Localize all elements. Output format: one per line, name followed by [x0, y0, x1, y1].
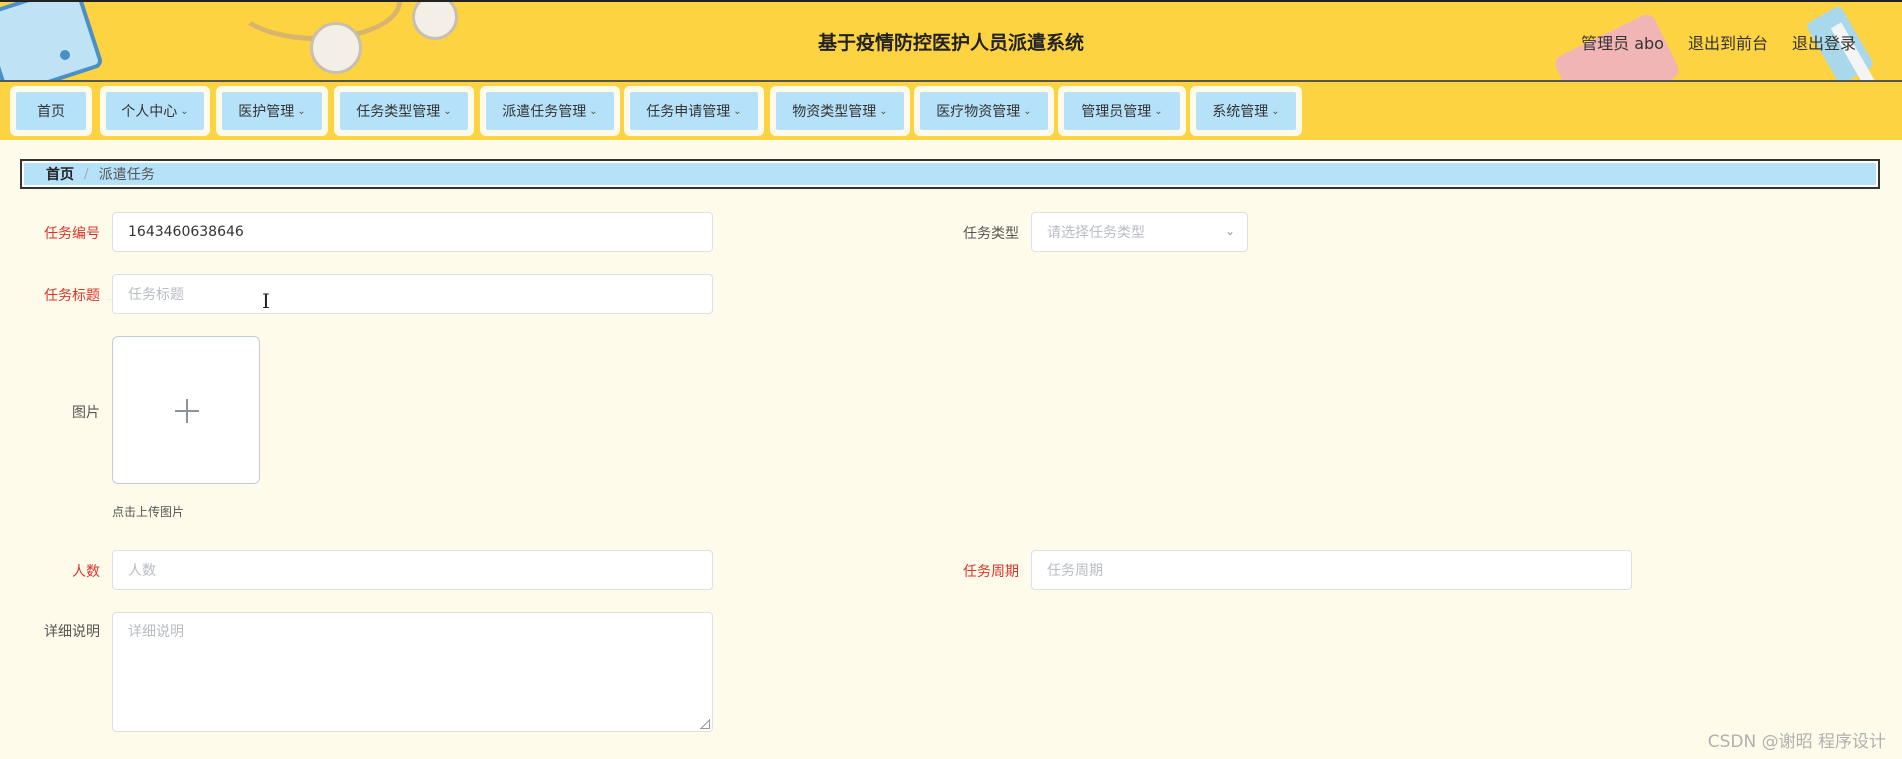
task-no-label: 任务编号	[44, 226, 100, 242]
nav-item-task-type[interactable]: 任务类型管理 ⌄	[334, 86, 474, 136]
chevron-down-icon: ⌄	[1224, 224, 1235, 238]
header-actions: 管理员 abo 退出到前台 退出登录	[1581, 30, 1856, 54]
breadcrumb: 首页 / 派遣任务	[20, 159, 1880, 189]
exit-to-front-link[interactable]: 退出到前台	[1688, 30, 1768, 54]
period-input[interactable]: 任务周期	[1031, 550, 1632, 590]
nav-item-label: 任务类型管理	[356, 104, 441, 120]
nav-item-medical-material[interactable]: 医疗物资管理 ⌄	[914, 86, 1054, 136]
chevron-down-icon: ⌄	[1023, 105, 1032, 117]
main-nav: 首页 个人中心 ⌄ 医护管理 ⌄ 任务类型管理 ⌄ 派遣任务管理 ⌄ 任务申请管理 ⌄ 物…	[0, 82, 1902, 140]
task-type-select[interactable]: 请选择任务类型 ⌄	[1031, 212, 1248, 252]
chevron-down-icon: ⌄	[297, 105, 306, 117]
chevron-down-icon: ⌄	[1154, 105, 1163, 117]
nav-item-admin[interactable]: 管理员管理 ⌄	[1058, 86, 1186, 136]
nav-item-button[interactable]: 派遣任务管理 ⌄	[486, 92, 614, 130]
plus-icon-vertical	[186, 399, 188, 423]
image-label: 图片	[72, 405, 100, 421]
chevron-down-icon: ⌄	[589, 105, 598, 117]
nav-item-medical-staff[interactable]: 医护管理 ⌄	[216, 86, 328, 136]
user-label: 管理员 abo	[1581, 34, 1664, 53]
nav-item-label: 物资类型管理	[792, 104, 877, 120]
chevron-down-icon: ⌄	[180, 105, 189, 117]
nav-item-label: 医疗物资管理	[936, 104, 1021, 120]
people-label: 人数	[72, 564, 100, 580]
task-no-input[interactable]: 1643460638646	[112, 212, 713, 252]
nav-item-button[interactable]: 任务申请管理 ⌄	[630, 92, 758, 130]
task-title-input[interactable]: 任务标题	[112, 274, 713, 314]
nav-item-button[interactable]: 医疗物资管理 ⌄	[920, 92, 1048, 130]
detail-placeholder: 详细说明	[128, 624, 184, 640]
detail-label: 详细说明	[44, 624, 100, 640]
task-type-label: 任务类型	[963, 226, 1019, 242]
resize-grip-icon[interactable]	[700, 719, 710, 729]
nav-item-button[interactable]: 首页	[16, 92, 86, 130]
breadcrumb-home[interactable]: 首页	[46, 164, 74, 184]
chevron-down-icon: ⌄	[879, 105, 888, 117]
nav-item-system[interactable]: 系统管理 ⌄	[1190, 86, 1302, 136]
nav-item-button[interactable]: 个人中心 ⌄	[106, 92, 204, 130]
detail-textarea[interactable]: 详细说明	[112, 612, 713, 732]
task-no-value: 1643460638646	[128, 224, 244, 240]
nav-item-button[interactable]: 管理员管理 ⌄	[1064, 92, 1180, 130]
breadcrumb-separator: /	[84, 166, 89, 182]
people-input[interactable]: 人数	[112, 550, 713, 590]
task-title-label: 任务标题	[44, 288, 100, 304]
nav-item-label: 任务申请管理	[646, 104, 731, 120]
nav-item-label: 管理员管理	[1081, 104, 1152, 120]
period-label: 任务周期	[963, 564, 1019, 580]
nav-item-button[interactable]: 医护管理 ⌄	[222, 92, 322, 130]
chevron-down-icon: ⌄	[733, 105, 742, 117]
task-title-placeholder: 任务标题	[128, 287, 184, 303]
nav-item-button[interactable]: 系统管理 ⌄	[1196, 92, 1296, 130]
nav-item-dispatch-task[interactable]: 派遣任务管理 ⌄	[480, 86, 620, 136]
nav-item-label: 首页	[37, 104, 65, 120]
app-header: 基于疫情防控医护人员派遣系统 管理员 abo 退出到前台 退出登录	[0, 0, 1902, 82]
nav-item-personal-center[interactable]: 个人中心 ⌄	[100, 86, 210, 136]
text-cursor-icon: I	[262, 289, 270, 313]
nav-item-label: 系统管理	[1212, 104, 1269, 120]
watermark: CSDN @谢昭 程序设计	[1707, 732, 1886, 752]
task-type-placeholder: 请选择任务类型	[1047, 225, 1145, 241]
nav-item-home[interactable]: 首页	[10, 86, 92, 136]
nav-item-button[interactable]: 任务类型管理 ⌄	[340, 92, 468, 130]
breadcrumb-current: 派遣任务	[98, 167, 155, 183]
image-upload-box[interactable]	[112, 336, 260, 484]
nav-item-label: 派遣任务管理	[502, 104, 587, 120]
people-placeholder: 人数	[128, 563, 156, 579]
nav-item-task-application[interactable]: 任务申请管理 ⌄	[624, 86, 764, 136]
chevron-down-icon: ⌄	[443, 105, 452, 117]
nav-item-button[interactable]: 物资类型管理 ⌄	[776, 92, 904, 130]
nav-item-material-type[interactable]: 物资类型管理 ⌄	[770, 86, 910, 136]
nav-item-label: 医护管理	[238, 104, 295, 120]
period-placeholder: 任务周期	[1047, 563, 1103, 579]
nav-item-label: 个人中心	[121, 104, 178, 120]
logout-link[interactable]: 退出登录	[1792, 30, 1856, 54]
upload-tip: 点击上传图片	[112, 505, 185, 519]
chevron-down-icon: ⌄	[1271, 105, 1280, 117]
